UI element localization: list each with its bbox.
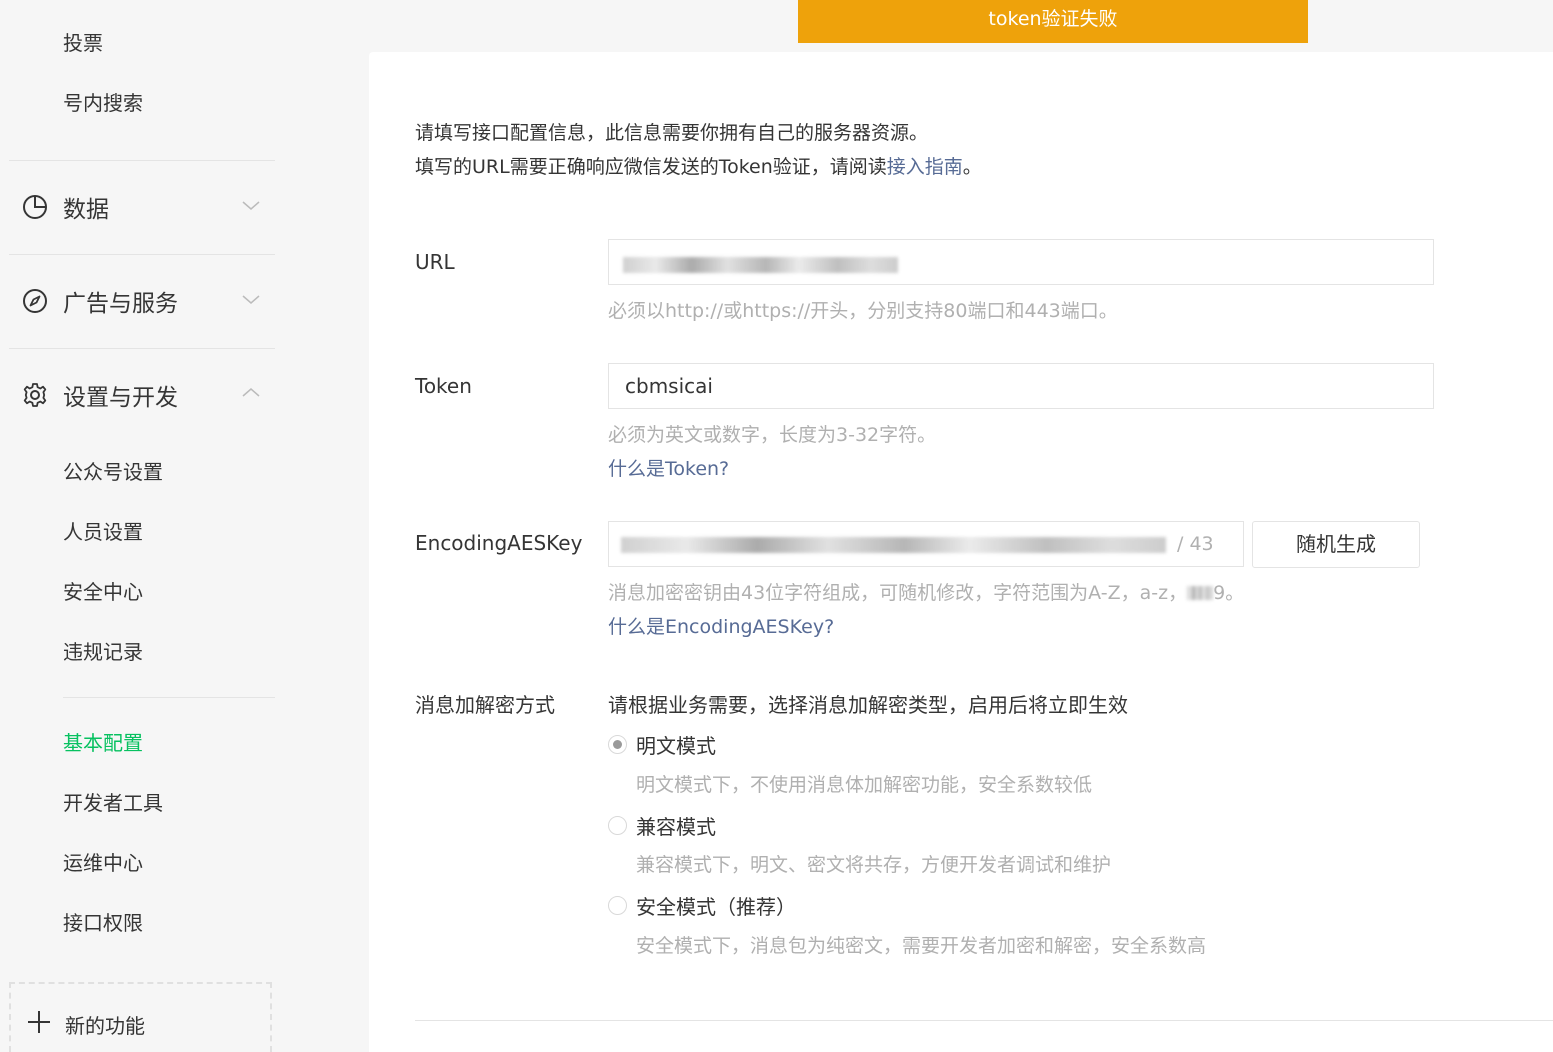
token-input[interactable]: cbmsicai — [608, 363, 1434, 409]
token-label: Token — [415, 374, 472, 398]
plus-icon — [28, 1011, 50, 1033]
sidebar-item-basic-config[interactable]: 基本配置 — [63, 731, 143, 755]
what-is-token-link[interactable]: 什么是Token? — [608, 454, 729, 481]
error-toast: token验证失败 — [798, 0, 1308, 43]
sidebar-divider — [9, 348, 275, 349]
compass-icon — [22, 288, 48, 314]
intro-text: 请填写接口配置信息，此信息需要你拥有自己的服务器资源。 填写的URL需要正确响应… — [415, 116, 982, 184]
radio-compatible-mode[interactable]: 兼容模式 — [608, 811, 716, 840]
aes-key-hint-tail: 9。 — [1213, 582, 1245, 604]
plaintext-mode-desc: 明文模式下，不使用消息体加解密功能，安全系数较低 — [636, 774, 1093, 796]
sidebar-item-developer-tools[interactable]: 开发者工具 — [63, 791, 163, 815]
sidebar-group-label: 数据 — [63, 197, 109, 223]
compatible-mode-desc: 兼容模式下，明文、密文将共存，方便开发者调试和维护 — [636, 854, 1112, 876]
redacted-url — [623, 257, 898, 273]
sidebar-group-ads[interactable]: 广告与服务 — [22, 281, 275, 321]
sidebar-item-staff-settings[interactable]: 人员设置 — [63, 520, 143, 544]
pie-chart-icon — [22, 194, 48, 220]
aes-key-counter: / 43 — [1177, 533, 1214, 555]
sidebar-divider — [9, 254, 275, 255]
sidebar-item-violation-records[interactable]: 违规记录 — [63, 640, 143, 664]
url-input[interactable] — [608, 239, 1434, 285]
sidebar-item-api-permissions[interactable]: 接口权限 — [63, 911, 143, 935]
sidebar-item-account-settings[interactable]: 公众号设置 — [63, 460, 163, 484]
intro-line-2: 填写的URL需要正确响应微信发送的Token验证，请阅读接入指南。 — [415, 150, 982, 184]
sidebar-group-label: 设置与开发 — [63, 385, 178, 411]
aes-key-hint-text: 消息加密密钥由43位字符组成，可随机修改，字符范围为A-Z，a-z， — [608, 582, 1188, 604]
sidebar-item-search[interactable]: 号内搜索 — [63, 91, 143, 115]
aes-key-hint: 消息加密密钥由43位字符组成，可随机修改，字符范围为A-Z，a-z， 9。 — [608, 578, 1244, 605]
radio-secure-mode[interactable]: 安全模式（推荐） — [608, 891, 796, 920]
encryption-mode-intro: 请根据业务需要，选择消息加解密类型，启用后将立即生效 — [608, 693, 1128, 717]
radio-label: 明文模式 — [636, 734, 716, 758]
what-is-aes-key-link[interactable]: 什么是EncodingAESKey? — [608, 612, 834, 639]
url-hint: 必须以http://或https://开头，分别支持80端口和443端口。 — [608, 300, 1118, 322]
sidebar-divider — [9, 160, 275, 161]
chevron-up-icon — [242, 388, 260, 397]
chevron-down-icon — [242, 201, 260, 210]
encryption-mode-label: 消息加解密方式 — [415, 693, 555, 717]
token-hint: 必须为英文或数字，长度为3-32字符。 — [608, 424, 937, 446]
sidebar-item-vote[interactable]: 投票 — [63, 31, 103, 55]
url-label: URL — [415, 250, 455, 274]
aes-key-input[interactable]: / 43 — [608, 521, 1244, 567]
form-footer-divider — [415, 1020, 1553, 1021]
intro-line-2-suffix: 。 — [962, 156, 982, 178]
sidebar-divider — [63, 697, 275, 698]
radio-label: 兼容模式 — [636, 815, 716, 839]
sidebar-group-label: 广告与服务 — [63, 291, 178, 317]
aes-key-label: EncodingAESKey — [415, 531, 583, 555]
radio-unchecked-icon[interactable] — [608, 896, 627, 915]
sidebar: 投票 号内搜索 数据 广告与服务 设置与开发 公众号设置 人员设置 安全中心 违… — [0, 0, 290, 1052]
redacted-aes-key — [621, 537, 1166, 553]
sidebar-group-settings[interactable]: 设置与开发 — [22, 375, 275, 415]
radio-label: 安全模式（推荐） — [636, 895, 796, 919]
sidebar-item-ops-center[interactable]: 运维中心 — [63, 851, 143, 875]
intro-line-1: 请填写接口配置信息，此信息需要你拥有自己的服务器资源。 — [415, 122, 929, 144]
random-generate-button[interactable]: 随机生成 — [1252, 521, 1420, 568]
intro-line-2-prefix: 填写的URL需要正确响应微信发送的Token验证，请阅读 — [415, 156, 887, 178]
sidebar-item-security-center[interactable]: 安全中心 — [63, 580, 143, 604]
redacted-hint — [1187, 586, 1214, 600]
radio-checked-icon[interactable] — [608, 735, 627, 754]
radio-plaintext-mode[interactable]: 明文模式 — [608, 730, 716, 759]
radio-unchecked-icon[interactable] — [608, 816, 627, 835]
chevron-down-icon — [242, 295, 260, 304]
access-guide-link[interactable]: 接入指南 — [887, 156, 963, 178]
sidebar-group-data[interactable]: 数据 — [22, 187, 275, 227]
secure-mode-desc: 安全模式下，消息包为纯密文，需要开发者加密和解密，安全系数高 — [636, 935, 1207, 957]
new-feature-button[interactable]: 新的功能 — [9, 982, 272, 1052]
gear-icon — [22, 382, 48, 408]
